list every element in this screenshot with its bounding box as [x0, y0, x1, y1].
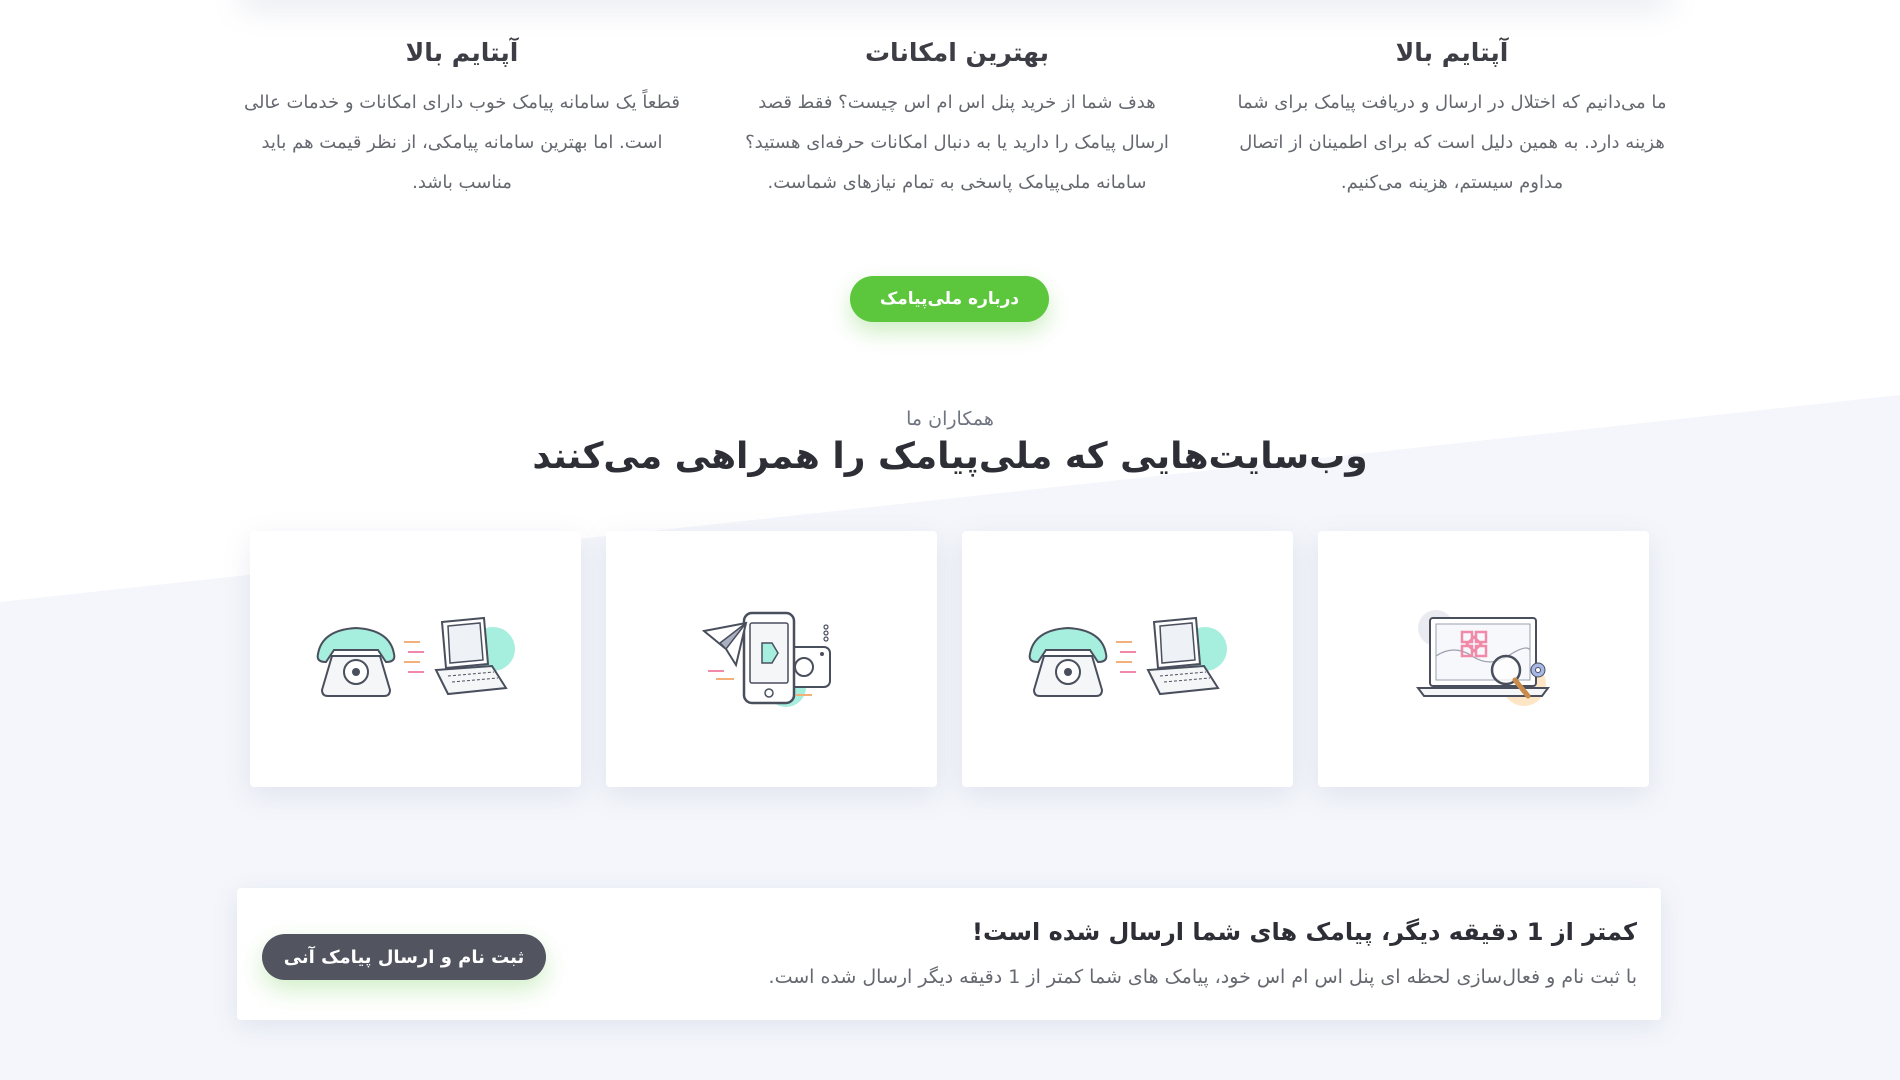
partner-card[interactable]	[250, 531, 581, 787]
feature-title: آپتایم بالا	[1395, 38, 1509, 67]
cta-description: با ثبت نام و فعال‌سازی لحظه ای پنل اس ام…	[768, 966, 1637, 988]
partner-card[interactable]	[962, 531, 1293, 787]
phone-laptop-icon	[1028, 616, 1227, 697]
partners-subtitle: همکاران ما	[906, 408, 994, 430]
feature-title: آپتایم بالا	[405, 38, 519, 67]
feature-title: بهترین امکانات	[864, 38, 1050, 67]
feature-text: هدف شما از خرید پنل اس ام اس چیست؟ فقط ق…	[745, 92, 1169, 193]
laptop-search-icon	[1415, 610, 1550, 706]
partner-card[interactable]	[606, 531, 937, 787]
partner-card[interactable]	[1318, 531, 1649, 787]
phone-laptop-icon	[316, 616, 515, 697]
feature-item-right: آپتایم بالا ما می‌دانیم که اختلال در ارس…	[1217, 38, 1687, 203]
feature-item-center: بهترین امکانات هدف شما از خرید پنل اس ام…	[722, 38, 1192, 203]
register-send-button[interactable]: ثبت نام و ارسال پیامک آنی	[262, 934, 546, 980]
partners-title: وب‌سایت‌هایی که ملی‌پیامک را همراهی می‌ک…	[532, 436, 1368, 477]
features-section: آپتایم بالا قطعاً یک سامانه پیامک خوب دا…	[0, 38, 1900, 218]
feature-item-left: آپتایم بالا قطعاً یک سامانه پیامک خوب دا…	[227, 38, 697, 203]
mobile-telegram-instagram-icon	[701, 611, 831, 707]
cta-title: کمتر از 1 دقیقه دیگر، پیامک های شما ارسا…	[972, 918, 1637, 946]
feature-text: قطعاً یک سامانه پیامک خوب دارای امکانات …	[244, 92, 680, 193]
about-button[interactable]: درباره ملی‌پیامک	[850, 276, 1049, 322]
cta-banner: کمتر از 1 دقیقه دیگر، پیامک های شما ارسا…	[237, 888, 1661, 1020]
feature-text: ما می‌دانیم که اختلال در ارسال و دریافت …	[1237, 92, 1667, 193]
